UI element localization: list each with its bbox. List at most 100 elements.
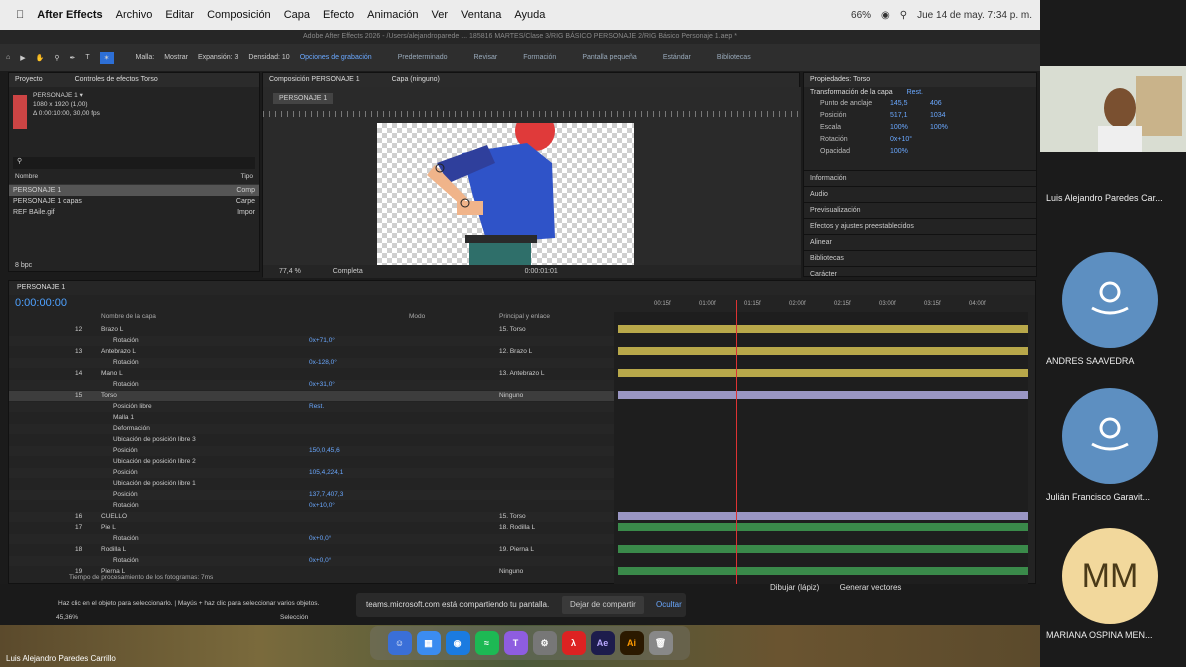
layer-bar[interactable] — [618, 325, 1028, 333]
selection-tool-icon[interactable]: ▶ — [20, 54, 25, 62]
avatar-initials[interactable]: MM — [1062, 528, 1158, 624]
layer-name[interactable]: Rotación — [113, 380, 139, 390]
hide-button[interactable]: Ocultar — [656, 593, 682, 617]
col-tipo[interactable]: Tipo — [241, 173, 253, 180]
search-icon[interactable]: ⚲ — [900, 10, 907, 21]
layer-name[interactable]: Antebrazo L — [101, 347, 136, 357]
layer-name[interactable]: Brazo L — [101, 325, 123, 335]
menu-ventana[interactable]: Ventana — [461, 9, 501, 21]
layer-row[interactable]: Rotación 0x+0,0° — [9, 556, 623, 566]
prop-value[interactable]: 145,5 — [890, 98, 930, 110]
comp-canvas[interactable] — [377, 111, 634, 277]
panel-audio[interactable]: Audio — [804, 186, 1036, 202]
tab-effect-controls[interactable]: Controles de efectos Torso — [75, 76, 158, 83]
prop-value[interactable]: 100% — [930, 122, 970, 134]
layer-name[interactable]: Mano L — [101, 369, 123, 379]
comp-name[interactable]: PERSONAJE 1 ▾ — [33, 91, 100, 100]
property-value[interactable]: Rest. — [309, 402, 324, 412]
layer-name[interactable]: Ubicación de posición libre 2 — [113, 457, 196, 467]
menu-editar[interactable]: Editar — [165, 9, 194, 21]
layer-bar[interactable] — [618, 347, 1028, 355]
project-item[interactable]: PERSONAJE 1 capas Carpe — [9, 196, 259, 207]
menu-efecto[interactable]: Efecto — [323, 9, 354, 21]
illustrator-icon[interactable]: Ai — [619, 631, 644, 655]
prop-value[interactable]: 406 — [930, 98, 970, 110]
property-value[interactable]: 0x+10,0° — [309, 501, 335, 511]
reset-link[interactable]: Rest. — [907, 89, 923, 96]
recording-options[interactable]: Opciones de grabación — [300, 54, 372, 61]
layer-row[interactable]: Rotación 0x+71,0° — [9, 336, 623, 346]
parent-select[interactable]: 12. Brazo L — [499, 347, 532, 357]
ws-pantalla-pequena[interactable]: Pantalla pequeña — [582, 54, 637, 61]
layer-row[interactable]: 15 Torso Ninguno — [9, 391, 623, 401]
col-parent[interactable]: Principal y enlace — [499, 313, 550, 320]
prop-value[interactable]: 517,1 — [890, 110, 930, 122]
layer-row[interactable]: 18 Rodilla L 19. Pierna L — [9, 545, 623, 555]
layer-name[interactable]: Posición libre — [113, 402, 152, 412]
parent-select[interactable]: 19. Pierna L — [499, 545, 534, 555]
layer-name[interactable]: Rodilla L — [101, 545, 126, 555]
layer-bar[interactable] — [618, 567, 1028, 575]
expansion-field[interactable]: Expansión: 3 — [198, 54, 238, 61]
densidad-field[interactable]: Densidad: 10 — [248, 54, 289, 61]
ws-estandar[interactable]: Estándar — [663, 54, 691, 61]
layer-name[interactable]: Posición — [113, 490, 138, 500]
layer-name[interactable]: Deformación — [113, 424, 150, 434]
text-tool-icon[interactable]: T — [85, 54, 89, 61]
layer-bar[interactable] — [618, 512, 1028, 520]
col-nombre[interactable]: Nombre — [15, 173, 38, 180]
layer-row[interactable]: 17 Pie L 18. Rodilla L — [9, 523, 623, 533]
tab-proyecto[interactable]: Proyecto — [15, 76, 43, 83]
after-effects-icon[interactable]: Ae — [590, 631, 615, 655]
menu-archivo[interactable]: Archivo — [116, 9, 153, 21]
app-menu[interactable]: After Effects — [37, 9, 102, 21]
layer-bar[interactable] — [618, 369, 1028, 377]
finder-icon[interactable]: ☺ — [387, 631, 412, 655]
layer-bar[interactable] — [618, 391, 1028, 399]
menu-ayuda[interactable]: Ayuda — [514, 9, 545, 21]
ws-formacion[interactable]: Formación — [523, 54, 556, 61]
layer-row[interactable]: 12 Brazo L 15. Torso — [9, 325, 623, 335]
panel-bibliotecas[interactable]: Bibliotecas — [804, 250, 1036, 266]
stop-sharing-button[interactable]: Dejar de compartir — [562, 596, 644, 614]
layer-row[interactable]: Rotación 0x-128,0° — [9, 358, 623, 368]
zoom-status[interactable]: 45,36% — [56, 614, 78, 621]
parent-select[interactable]: 15. Torso — [499, 325, 526, 335]
ws-revisar[interactable]: Revisar — [474, 54, 498, 61]
quality-select[interactable]: Completa — [333, 268, 363, 275]
participant-video[interactable] — [1040, 66, 1186, 152]
parent-select[interactable]: Ninguno — [499, 391, 523, 401]
prop-value[interactable]: 100% — [890, 146, 930, 158]
timeline-tab[interactable]: PERSONAJE 1 — [9, 281, 1035, 295]
col-layer-name[interactable]: Nombre de la capa — [101, 313, 156, 320]
layer-row[interactable]: 14 Mano L 13. Antebrazo L — [9, 369, 623, 379]
launchpad-icon[interactable]: ▦ — [416, 631, 441, 655]
puppet-tool-icon[interactable]: ✶ — [99, 51, 114, 64]
menu-capa[interactable]: Capa — [284, 9, 310, 21]
prop-value[interactable]: 1034 — [930, 110, 970, 122]
menu-ver[interactable]: Ver — [432, 9, 449, 21]
acrobat-icon[interactable]: λ — [561, 631, 586, 655]
comp-timecode[interactable]: 0:00:01:01 — [525, 268, 558, 275]
layer-bar[interactable] — [618, 523, 1028, 531]
pen-tool-icon[interactable]: ✒ — [69, 54, 75, 62]
timeline-graph[interactable] — [614, 312, 1028, 602]
playhead[interactable] — [736, 300, 737, 590]
layer-name[interactable]: Rotación — [113, 501, 139, 511]
layer-name[interactable]: Rotación — [113, 336, 139, 346]
layer-row[interactable]: Deformación — [9, 424, 623, 434]
property-value[interactable]: 150,0,45,6 — [309, 446, 340, 456]
layer-name[interactable]: Posición — [113, 468, 138, 478]
property-value[interactable]: 0x+0,0° — [309, 534, 331, 544]
layer-name[interactable]: Ubicación de posición libre 1 — [113, 479, 196, 489]
layer-name[interactable]: Malla 1 — [113, 413, 134, 423]
layer-name[interactable]: CUELLO — [101, 512, 127, 522]
layer-row[interactable]: Rotación 0x+0,0° — [9, 534, 623, 544]
layer-name[interactable]: Torso — [101, 391, 117, 401]
tab-composition[interactable]: Composición PERSONAJE 1 — [269, 76, 360, 83]
panel-previsualizacion[interactable]: Previsualización — [804, 202, 1036, 218]
panel-efectos[interactable]: Efectos y ajustes preestablecidos — [804, 218, 1036, 234]
project-item[interactable]: PERSONAJE 1 Comp — [9, 185, 259, 196]
layer-row[interactable]: Posición libre Rest. — [9, 402, 623, 412]
panel-alinear[interactable]: Alinear — [804, 234, 1036, 250]
